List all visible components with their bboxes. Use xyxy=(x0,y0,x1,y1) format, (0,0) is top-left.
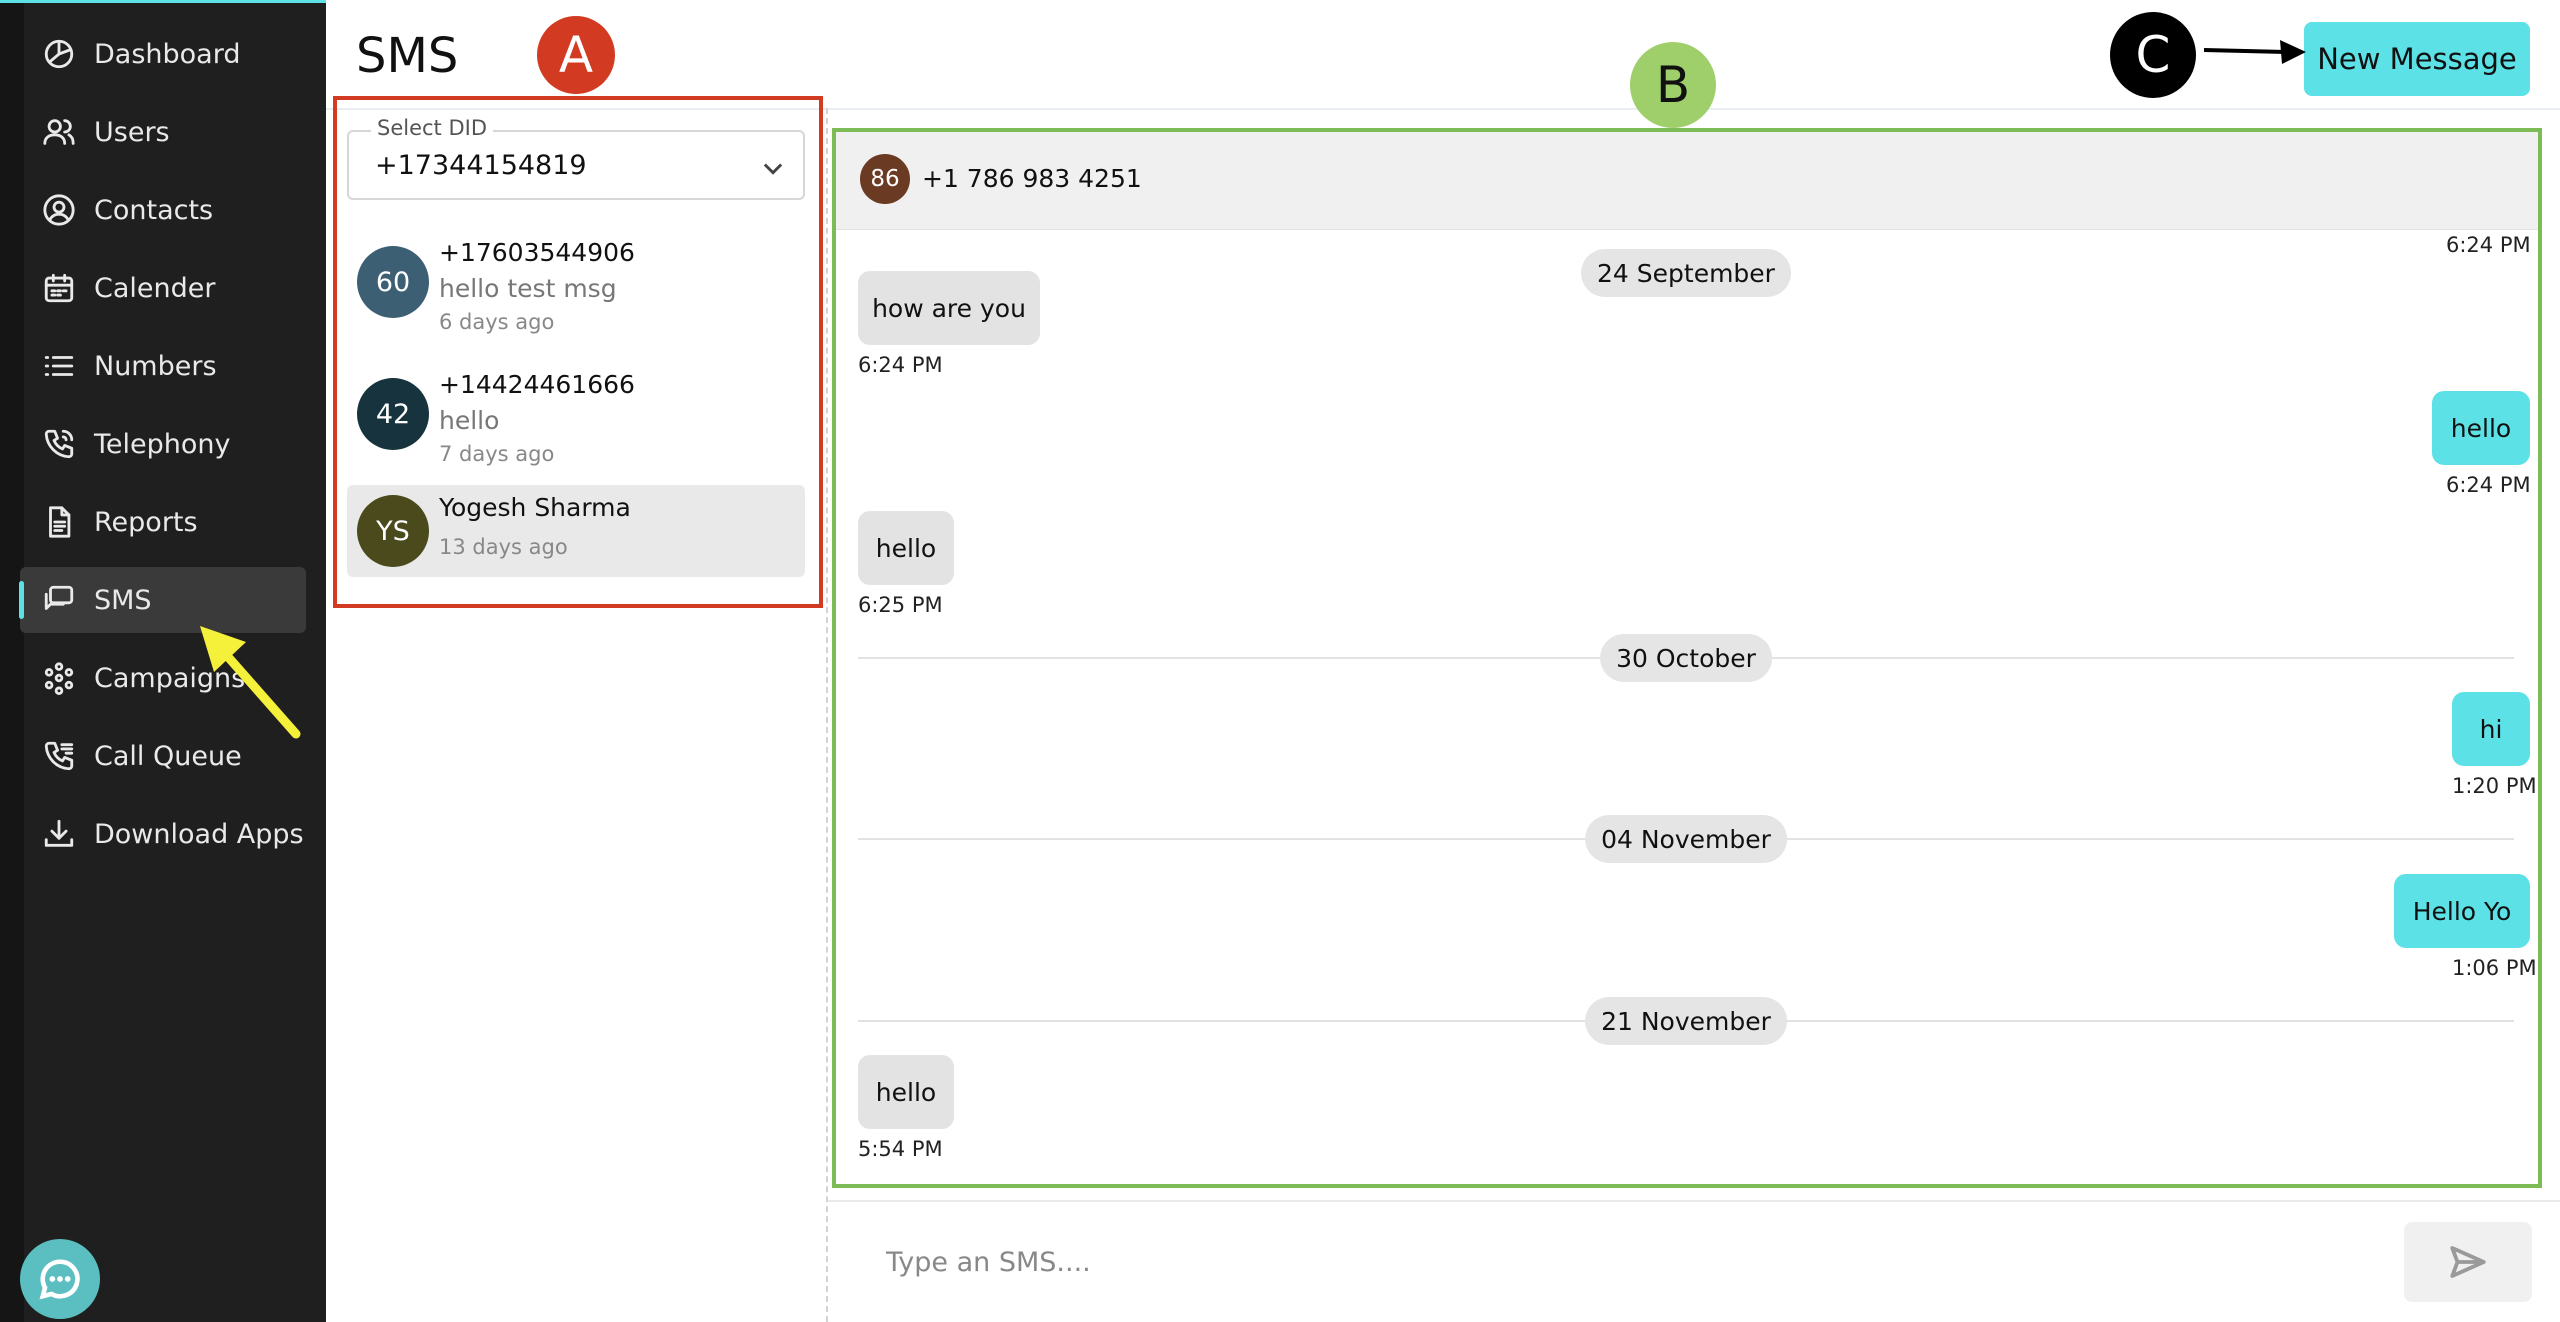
calendar-icon xyxy=(40,269,78,307)
sidebar-item-label: SMS xyxy=(94,584,152,616)
annotation-marker-b: B xyxy=(1630,42,1716,128)
sidebar-item-label: Call Queue xyxy=(94,740,242,772)
sidebar-item-label: Users xyxy=(94,116,170,148)
conversation-time: 6 days ago xyxy=(439,310,555,334)
message-time: 1:20 PM xyxy=(2452,774,2537,798)
did-select-label: Select DID xyxy=(371,116,493,140)
avatar: 42 xyxy=(357,378,429,450)
annotation-marker-a: A xyxy=(537,16,615,94)
message-bubble-incoming: how are you xyxy=(858,271,1040,345)
chat-bubble-icon xyxy=(39,1259,80,1300)
download-icon xyxy=(40,815,78,853)
sidebar-item-label: Reports xyxy=(94,506,198,538)
did-select-value: +17344154819 xyxy=(375,150,587,181)
conversation-item[interactable]: 42 +14424461666 hello 7 days ago xyxy=(347,362,805,484)
annotation-marker-c: C xyxy=(2110,12,2196,98)
support-chat-button[interactable] xyxy=(20,1239,100,1319)
sidebar-item-label: Numbers xyxy=(94,350,217,382)
conversation-time: 7 days ago xyxy=(439,442,555,466)
date-separator: 04 November xyxy=(858,815,2514,863)
document-icon xyxy=(40,503,78,541)
conversation-name: +17603544906 xyxy=(439,238,635,267)
chat-icon xyxy=(40,581,78,619)
conversation-time: 13 days ago xyxy=(439,535,568,559)
date-pill: 24 September xyxy=(1581,249,1791,297)
did-select[interactable]: Select DID +17344154819 xyxy=(347,116,805,200)
conversation-preview: hello test msg xyxy=(439,274,617,303)
sms-input[interactable] xyxy=(862,1232,2382,1292)
send-icon xyxy=(2450,1246,2486,1278)
composer-divider xyxy=(828,1200,2560,1202)
message-bubble-outgoing: hello xyxy=(2432,391,2530,465)
conversation-item[interactable]: 60 +17603544906 hello test msg 6 days ag… xyxy=(347,230,805,352)
sidebar-item-label: Dashboard xyxy=(94,38,241,70)
send-button[interactable] xyxy=(2404,1222,2532,1302)
phone-icon xyxy=(40,425,78,463)
call-queue-icon xyxy=(40,737,78,775)
page-title: SMS xyxy=(356,28,459,84)
sidebar-item-reports[interactable]: Reports xyxy=(20,489,306,555)
sidebar-item-telephony[interactable]: Telephony xyxy=(20,411,306,477)
message-time: 6:24 PM xyxy=(2446,473,2531,497)
date-separator: 30 October xyxy=(858,634,2514,682)
sidebar-item-label: Download Apps xyxy=(94,818,304,850)
date-pill: 30 October xyxy=(1600,634,1772,682)
message-bubble-incoming: hello xyxy=(858,1055,954,1129)
new-message-button[interactable]: New Message xyxy=(2304,22,2530,96)
sidebar-item-download-apps[interactable]: Download Apps xyxy=(20,801,306,867)
avatar: YS xyxy=(357,495,429,567)
annotation-arrow-yellow xyxy=(200,626,301,739)
sidebar-nav: Dashboard Users Contacts Calender Number… xyxy=(19,21,306,879)
conversation-name: +14424461666 xyxy=(439,370,635,399)
sidebar-item-users[interactable]: Users xyxy=(20,99,306,165)
chevron-down-icon xyxy=(759,154,787,182)
sidebar-item-contacts[interactable]: Contacts xyxy=(20,177,306,243)
contact-avatar: 86 xyxy=(860,154,910,204)
conversation-preview: hello xyxy=(439,406,500,435)
sidebar-item-label: Calender xyxy=(94,272,216,304)
sidebar-item-label: Telephony xyxy=(94,428,231,460)
message-time: 1:06 PM xyxy=(2452,956,2537,980)
dashboard-icon xyxy=(40,35,78,73)
message-time: 5:54 PM xyxy=(858,1137,943,1161)
users-icon xyxy=(40,113,78,151)
sidebar-item-numbers[interactable]: Numbers xyxy=(20,333,306,399)
avatar: 60 xyxy=(357,246,429,318)
message-time: 6:24 PM xyxy=(858,353,943,377)
list-icon xyxy=(40,347,78,385)
chat-header: 86 +1 786 983 4251 xyxy=(836,132,2538,230)
message-bubble-incoming: hello xyxy=(858,511,954,585)
campaigns-icon xyxy=(40,659,78,697)
date-pill: 04 November xyxy=(1585,815,1787,863)
annotation-arrow-black xyxy=(2203,40,2306,64)
contacts-icon xyxy=(40,191,78,229)
date-separator: 21 November xyxy=(858,997,2514,1045)
sidebar-item-calender[interactable]: Calender xyxy=(20,255,306,321)
contact-name: +1 786 983 4251 xyxy=(922,164,1142,193)
message-bubble-outgoing: Hello Yo xyxy=(2394,874,2530,948)
sidebar-item-dashboard[interactable]: Dashboard xyxy=(20,21,306,87)
conversation-item-selected[interactable]: YS Yogesh Sharma 13 days ago xyxy=(347,485,805,577)
list-column-divider xyxy=(826,108,828,1322)
sidebar-item-label: Contacts xyxy=(94,194,214,226)
message-time: 6:25 PM xyxy=(858,593,943,617)
conversation-name: Yogesh Sharma xyxy=(439,493,631,522)
date-pill: 21 November xyxy=(1585,997,1787,1045)
message-bubble-outgoing: hi xyxy=(2452,692,2530,766)
date-separator: 24 September xyxy=(858,249,2514,297)
